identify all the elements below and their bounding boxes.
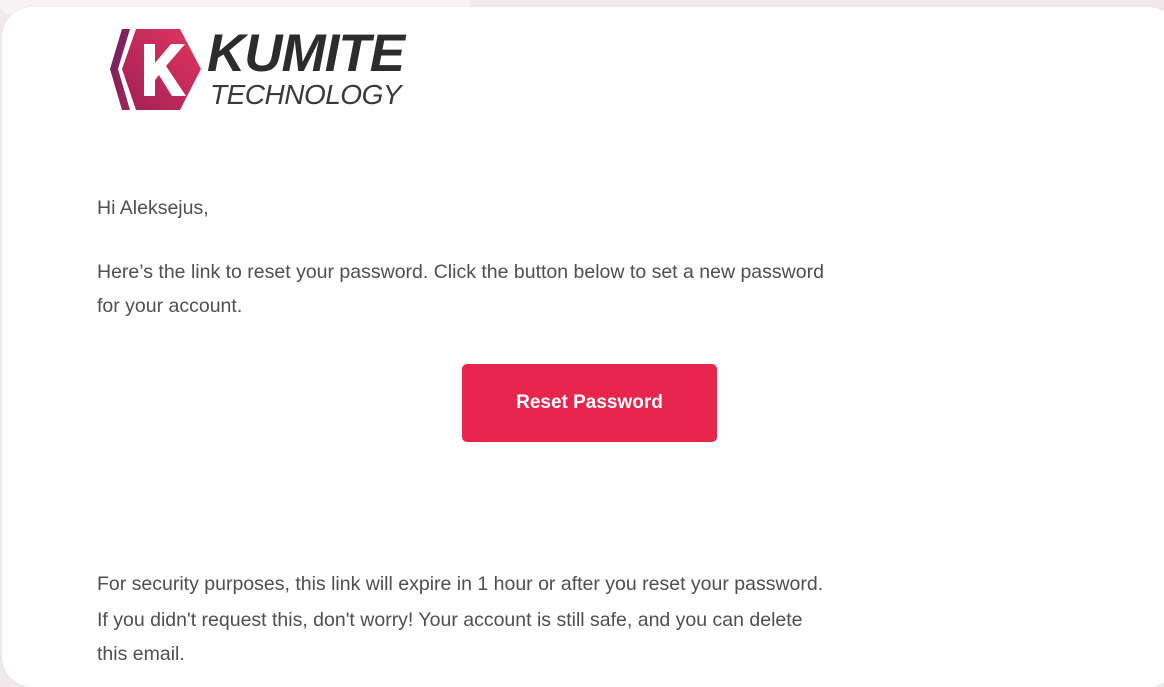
greeting-text: Hi Aleksejus, bbox=[97, 197, 209, 219]
reset-password-button[interactable]: Reset Password bbox=[462, 364, 717, 442]
intro-paragraph: Here’s the link to reset your password. … bbox=[97, 255, 824, 323]
logo-wordmark: KUMITE bbox=[207, 24, 405, 83]
reassurance-line: If you didn't request this, don't worry!… bbox=[97, 609, 803, 631]
intro-line: Here’s the link to reset your password. … bbox=[97, 261, 824, 283]
logo-tagline: TECHNOLOGY bbox=[210, 79, 402, 110]
reassurance-line: this email. bbox=[97, 643, 185, 665]
kumite-k-hexagon-icon bbox=[110, 29, 201, 110]
intro-line: for your account. bbox=[97, 295, 243, 317]
security-note: For security purposes, this link will ex… bbox=[97, 573, 824, 595]
kumite-logo: KUMITE TECHNOLOGY bbox=[108, 24, 428, 116]
reassurance-paragraph: If you didn't request this, don't worry!… bbox=[97, 603, 803, 671]
